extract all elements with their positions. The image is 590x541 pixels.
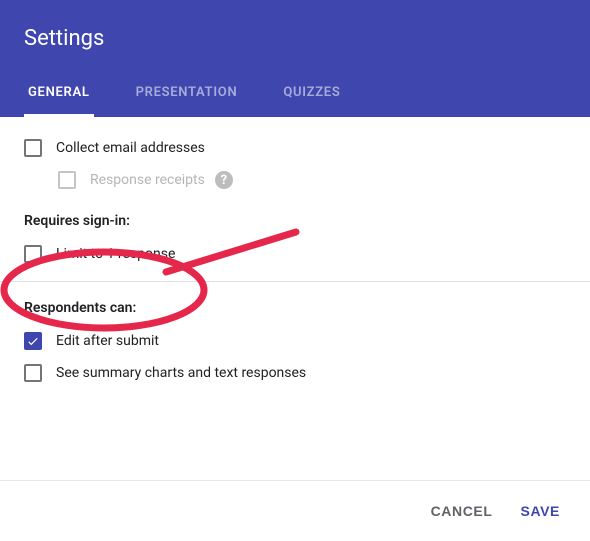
option-response-receipts: Response receipts ? bbox=[58, 171, 566, 189]
option-edit-after-submit: Edit after submit bbox=[24, 332, 566, 350]
label-edit-after-submit: Edit after submit bbox=[56, 333, 159, 349]
divider bbox=[0, 281, 590, 282]
tab-quizzes[interactable]: QUIZZES bbox=[279, 73, 344, 117]
checkbox-edit-after-submit[interactable] bbox=[24, 332, 42, 350]
tab-general[interactable]: GENERAL bbox=[24, 73, 94, 117]
label-collect-email: Collect email addresses bbox=[56, 140, 205, 156]
checkbox-response-receipts bbox=[58, 171, 76, 189]
dialog-footer: CANCEL SAVE bbox=[0, 480, 590, 541]
checkbox-collect-email[interactable] bbox=[24, 139, 42, 157]
label-limit-one: Limit to 1 response bbox=[56, 246, 175, 262]
label-response-receipts: Response receipts bbox=[90, 172, 205, 188]
save-button[interactable]: SAVE bbox=[513, 497, 569, 525]
option-collect-email: Collect email addresses bbox=[24, 139, 566, 157]
help-icon[interactable]: ? bbox=[215, 171, 233, 189]
label-see-summary: See summary charts and text responses bbox=[56, 365, 306, 381]
checkbox-limit-one[interactable] bbox=[24, 245, 42, 263]
tab-presentation[interactable]: PRESENTATION bbox=[132, 73, 242, 117]
cancel-button[interactable]: CANCEL bbox=[423, 497, 501, 525]
dialog-title: Settings bbox=[24, 26, 566, 51]
dialog-content: Collect email addresses Response receipt… bbox=[0, 117, 590, 382]
section-respondents-can: Respondents can: bbox=[24, 300, 566, 316]
checkbox-see-summary[interactable] bbox=[24, 364, 42, 382]
tabs: GENERAL PRESENTATION QUIZZES bbox=[24, 73, 566, 117]
option-see-summary: See summary charts and text responses bbox=[24, 364, 566, 382]
section-requires-signin: Requires sign-in: bbox=[24, 213, 566, 229]
dialog-header: Settings GENERAL PRESENTATION QUIZZES bbox=[0, 0, 590, 117]
option-limit-one: Limit to 1 response bbox=[24, 245, 566, 263]
